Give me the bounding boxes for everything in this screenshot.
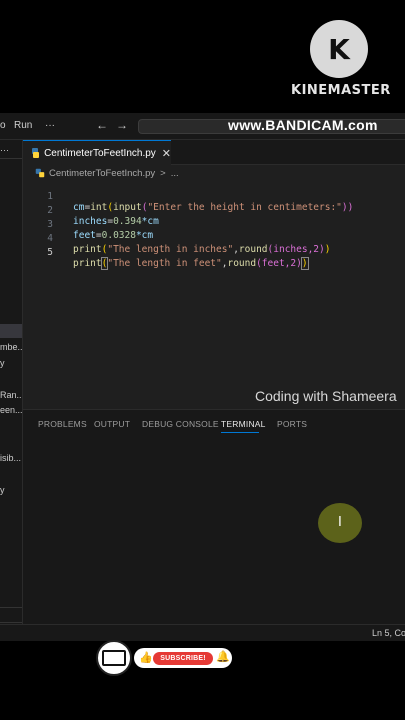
forward-icon[interactable]: → [116, 118, 128, 132]
menu-item-partial[interactable]: o [0, 120, 6, 131]
subscribe-button[interactable]: SUBSCRIBE! [153, 652, 213, 665]
sidebar-item[interactable]: Ran... [0, 390, 22, 400]
code-text: print("The length in feet",round(feet,2)… [73, 257, 309, 270]
code-line: 1 cm=int(input("Enter the height in cent… [23, 180, 405, 213]
text-cursor-icon: I [338, 515, 342, 530]
editor-tabs: CentimeterToFeetInch.py ✕ [23, 140, 405, 165]
tab-ports[interactable]: PORTS [277, 419, 307, 429]
menu-run[interactable]: Run [14, 120, 32, 131]
bandicam-watermark: www.BANDICAM.com [228, 117, 378, 133]
tab-problems[interactable]: PROBLEMS [38, 419, 87, 429]
python-file-icon [32, 148, 40, 158]
breadcrumb-file[interactable]: CentimeterToFeetInch.py [49, 168, 155, 179]
kinemaster-logo: K [310, 20, 368, 78]
code-line: 4 print("The length in inches",round(inc… [23, 222, 405, 255]
vscode-window: o Run ··· ← → www.BANDICAM.com ··· mbe..… [0, 113, 405, 641]
code-line: 3 feet=0.0328*cm [23, 208, 405, 241]
sidebar-item[interactable]: een... [0, 405, 22, 415]
sidebar-item[interactable]: y [0, 485, 5, 495]
sidebar-divider [0, 622, 22, 623]
close-icon[interactable]: ✕ [162, 147, 171, 160]
sidebar-divider [0, 158, 22, 159]
explorer-sidebar: ··· mbe... y Ran... een... isib... y [0, 140, 23, 641]
channel-watermark: Coding with Shameera [255, 388, 397, 404]
sidebar-more-icon[interactable]: ··· [0, 145, 9, 155]
kinemaster-letter: K [328, 32, 350, 66]
bell-icon[interactable]: 🔔 [216, 650, 230, 663]
active-tab-indicator [221, 432, 259, 433]
code-line: 2 inches=0.394*cm [23, 194, 405, 227]
tab-output[interactable]: OUTPUT [94, 419, 130, 429]
back-icon[interactable]: ← [96, 118, 108, 132]
line-number: 5 [47, 247, 53, 258]
tab-centimeter-to-feet-inch[interactable]: CentimeterToFeetInch.py ✕ [23, 140, 171, 165]
breadcrumb-more[interactable]: ... [171, 168, 179, 179]
status-bar: Ln 5, Col [0, 624, 405, 641]
cursor-position[interactable]: Ln 5, Col [372, 628, 405, 638]
sidebar-item[interactable]: mbe... [0, 342, 22, 352]
kinemaster-text: KINEMASTER [291, 83, 391, 98]
python-file-icon [35, 168, 45, 178]
tab-terminal[interactable]: TERMINAL [221, 419, 266, 429]
code-line: 5 print("The length in feet",round(feet,… [23, 236, 405, 270]
code-editor[interactable]: 1 cm=int(input("Enter the height in cent… [23, 180, 405, 409]
sidebar-selected-row [0, 324, 22, 338]
tab-debug-console[interactable]: DEBUG CONSOLE [142, 419, 219, 429]
thumbs-up-icon[interactable]: 👍 [139, 651, 153, 664]
breadcrumb: CentimeterToFeetInch.py > ... [23, 166, 179, 180]
channel-logo[interactable] [96, 640, 132, 676]
tab-label: CentimeterToFeetInch.py [44, 147, 156, 159]
sidebar-item[interactable]: y [0, 358, 5, 368]
screen: K KINEMASTER o Run ··· ← → www.BANDICAM.… [0, 0, 405, 720]
title-bar: o Run ··· ← → www.BANDICAM.com [0, 113, 405, 140]
sidebar-divider [0, 607, 22, 608]
breadcrumb-separator: > [160, 167, 166, 179]
sidebar-item[interactable]: isib... [0, 453, 21, 463]
menu-more-icon[interactable]: ··· [45, 120, 55, 131]
